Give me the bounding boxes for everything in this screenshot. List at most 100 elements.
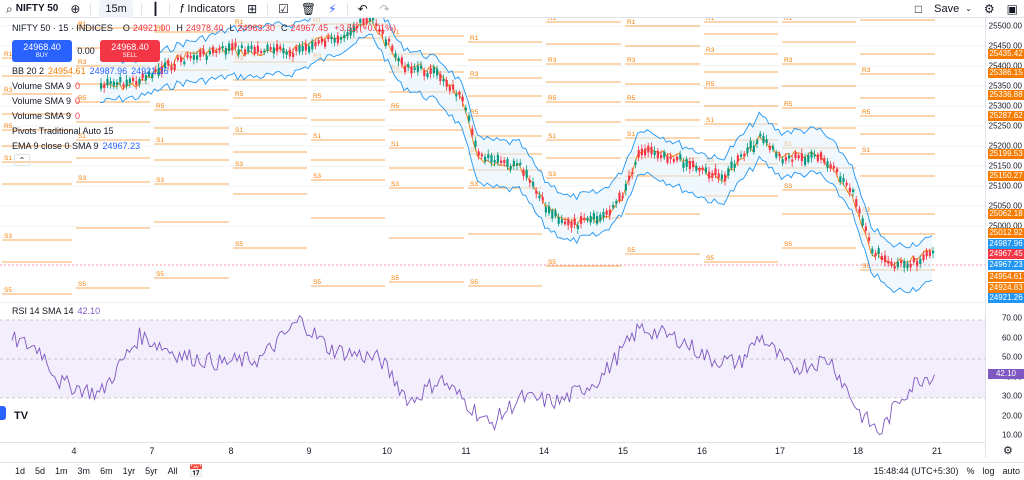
rsi-legend[interactable]: RSI 14 SMA 14 42.10 <box>12 306 100 316</box>
candle-body <box>916 260 919 267</box>
save-button[interactable]: Save ⌄ <box>928 0 978 18</box>
candle-body <box>388 38 391 42</box>
range-button[interactable]: All <box>163 466 183 476</box>
templates-button[interactable]: ⊞ <box>241 0 263 18</box>
side-panel-toggle[interactable] <box>0 406 6 420</box>
indicator-bb[interactable]: BB 20 2 24954.61 24987.96 24921.26 <box>12 66 169 76</box>
price-axis[interactable]: 25500.00 25450.00 25400.00 25350.00 25300.00… <box>985 18 1024 458</box>
range-button[interactable]: 1yr <box>118 466 141 476</box>
candle-body <box>253 46 256 54</box>
indicator-pivots[interactable]: Pivots Traditional Auto 15 <box>12 126 114 136</box>
indicator-value: 0 <box>75 96 81 106</box>
save-label: Save <box>934 3 960 15</box>
compare-button[interactable]: ⊕ <box>64 0 86 18</box>
candle-body <box>298 45 301 53</box>
candle-body <box>778 153 781 156</box>
redo-icon: ↷ <box>379 1 390 16</box>
candle-body <box>650 146 653 155</box>
lightning-button[interactable]: ⚡ <box>322 0 342 18</box>
indicators-button[interactable]: f Indicators <box>174 0 241 18</box>
pivot-level-label: S3 <box>784 183 792 190</box>
price-tag: 24924.83 <box>988 283 1024 293</box>
pivot-level-label: S3 <box>548 171 556 178</box>
candle-body <box>816 154 819 162</box>
auto-toggle[interactable]: auto <box>1002 466 1020 476</box>
timeframe-button[interactable]: 15m <box>99 0 133 18</box>
tradingview-logo[interactable]: TV <box>14 410 42 430</box>
candle-body <box>221 46 224 49</box>
candle-body <box>285 51 288 55</box>
candle-body <box>884 255 887 263</box>
axis-settings-icon[interactable]: ⚙ <box>1003 444 1013 457</box>
candle-body <box>615 200 618 204</box>
log-toggle[interactable]: log <box>982 466 994 476</box>
date-range-button[interactable]: 📅 <box>183 462 210 480</box>
settings-button[interactable]: ⚙ <box>978 0 1001 18</box>
screenshot-button[interactable]: ▣ <box>1001 0 1024 18</box>
indicator-ema[interactable]: EMA 9 close 0 SMA 9 24967.23 <box>12 141 140 151</box>
pivot-level-label: S1 <box>4 155 12 162</box>
divider <box>140 2 142 15</box>
fullscreen-button[interactable]: □ <box>909 0 928 18</box>
candle-body <box>282 48 285 54</box>
candle-body <box>669 156 672 160</box>
range-button[interactable]: 1d <box>10 466 30 476</box>
candle-body <box>557 217 560 224</box>
candle-body <box>256 45 259 53</box>
candle-body <box>653 150 656 156</box>
candle-body <box>535 190 538 194</box>
price-tag: 25287.62 <box>988 111 1024 121</box>
candle-body <box>746 147 749 153</box>
buy-button[interactable]: 24968.40 BUY <box>12 40 72 62</box>
alert-button[interactable]: ☑ <box>272 0 295 18</box>
collapse-legend-button[interactable]: ⌃ <box>14 154 30 166</box>
date-axis-label: 7 <box>149 446 155 456</box>
indicator-volume-sma[interactable]: Volume SMA 9 0 <box>12 111 80 121</box>
percent-toggle[interactable]: % <box>966 466 974 476</box>
candle-body <box>612 205 615 208</box>
candle-body <box>800 153 803 162</box>
undo-button[interactable]: ↶ <box>352 0 374 18</box>
pivot-level-label: R3 <box>706 47 715 54</box>
range-button[interactable]: 5yr <box>140 466 163 476</box>
candle-body <box>400 57 403 65</box>
date-axis-label: 16 <box>696 446 708 456</box>
indicator-name: EMA 9 close 0 SMA 9 <box>12 141 99 151</box>
pivot-level-label: R5 <box>156 103 165 110</box>
range-button[interactable]: 5d <box>30 466 50 476</box>
range-button[interactable]: 6m <box>95 466 118 476</box>
candle-body <box>474 140 477 147</box>
chart-type-button[interactable]: ┃ <box>146 0 165 18</box>
indicator-value: 24921.26 <box>131 66 169 76</box>
indicator-volume-sma[interactable]: Volume SMA 9 0 <box>12 81 80 91</box>
candle-body <box>848 187 851 193</box>
candle-body <box>528 180 531 183</box>
pivot-level-label: S1 <box>862 147 870 154</box>
range-button[interactable]: 1m <box>50 466 73 476</box>
symbol-search[interactable]: ⌕ NIFTY 50 <box>0 0 64 18</box>
candle-body <box>205 55 208 60</box>
indicator-volume-sma[interactable]: Volume SMA 9 0 <box>12 96 80 106</box>
candle-body <box>122 84 125 87</box>
delete-button[interactable]: 🗑 <box>295 0 322 18</box>
candle-body <box>208 51 211 55</box>
candle-body <box>455 94 458 97</box>
candle-body <box>276 44 279 52</box>
candle-body <box>103 84 106 88</box>
pivot-level-label: S3 <box>4 233 12 240</box>
indicator-name: Pivots Traditional Auto 15 <box>12 126 114 136</box>
sell-button[interactable]: 24968.40 SELL <box>100 40 160 62</box>
candle-body <box>733 163 736 168</box>
rsi-pane[interactable] <box>0 302 985 442</box>
candle-body <box>416 65 419 72</box>
open-value: 24921.00 <box>132 23 171 33</box>
rsi-axis-label: 30.00 <box>1001 391 1022 401</box>
time-axis[interactable]: 4 7 8 9 10 11 14 15 16 17 18 21 <box>0 442 985 458</box>
redo-button[interactable]: ↷ <box>374 0 396 18</box>
candle-body <box>484 156 487 162</box>
range-button[interactable]: 3m <box>73 466 96 476</box>
undo-icon: ↶ <box>357 1 368 16</box>
low-value: 24963.30 <box>237 23 276 33</box>
open-label: O <box>122 23 130 33</box>
date-axis-label: 21 <box>931 446 943 456</box>
